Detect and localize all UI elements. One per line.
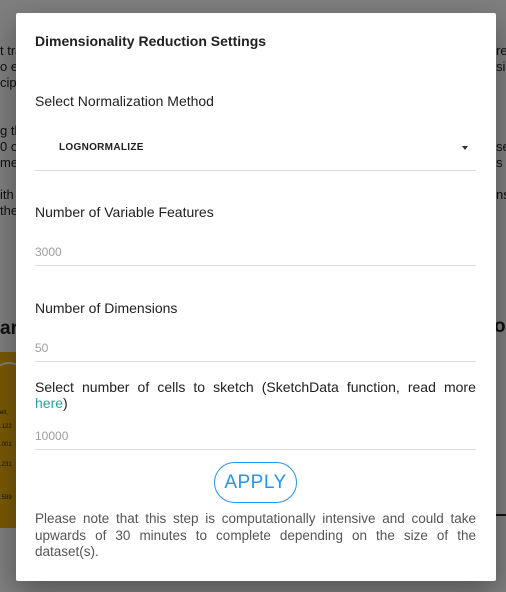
dimensions-label: Number of Dimensions bbox=[35, 300, 178, 316]
dimensions-input[interactable] bbox=[35, 335, 476, 362]
sketch-label-close-paren: ) bbox=[63, 395, 68, 411]
sketch-cells-input[interactable] bbox=[35, 423, 476, 450]
variable-features-label: Number of Variable Features bbox=[35, 204, 214, 220]
sketch-label-line: here) bbox=[35, 395, 476, 411]
sketch-label-word: function, bbox=[346, 379, 400, 395]
sketch-label-word: to bbox=[193, 379, 206, 395]
sketch-label-word: read bbox=[407, 379, 436, 395]
sketch-label-word: of bbox=[137, 379, 150, 395]
sketch-label-word: cells bbox=[157, 379, 186, 395]
sketch-label-word: sketch bbox=[213, 379, 254, 395]
normalization-selected-value: LOGNORMALIZE bbox=[59, 142, 144, 153]
sketch-label-line: Select number of cells to sketch (Sketch… bbox=[35, 379, 476, 395]
sketch-label-word: number bbox=[82, 379, 130, 395]
sketch-label-word: more bbox=[443, 379, 476, 395]
sketchdata-docs-link[interactable]: here bbox=[35, 395, 63, 411]
dimensionality-reduction-dialog: Dimensionality Reduction Settings Select… bbox=[16, 13, 496, 581]
sketch-label-word: Select bbox=[35, 379, 74, 395]
normalization-select[interactable]: LOGNORMALIZE bbox=[35, 128, 476, 171]
sketch-cells-label: Select number of cells to sketch (Sketch… bbox=[35, 379, 476, 411]
normalization-label: Select Normalization Method bbox=[35, 93, 214, 109]
dialog-title: Dimensionality Reduction Settings bbox=[35, 33, 267, 49]
computation-warning-note: Please note that this step is computatio… bbox=[35, 511, 476, 559]
apply-button[interactable]: APPLY bbox=[214, 462, 297, 503]
sketch-label-word: (SketchData bbox=[261, 379, 339, 395]
variable-features-input[interactable] bbox=[35, 239, 476, 266]
caret-down-icon bbox=[462, 146, 468, 150]
